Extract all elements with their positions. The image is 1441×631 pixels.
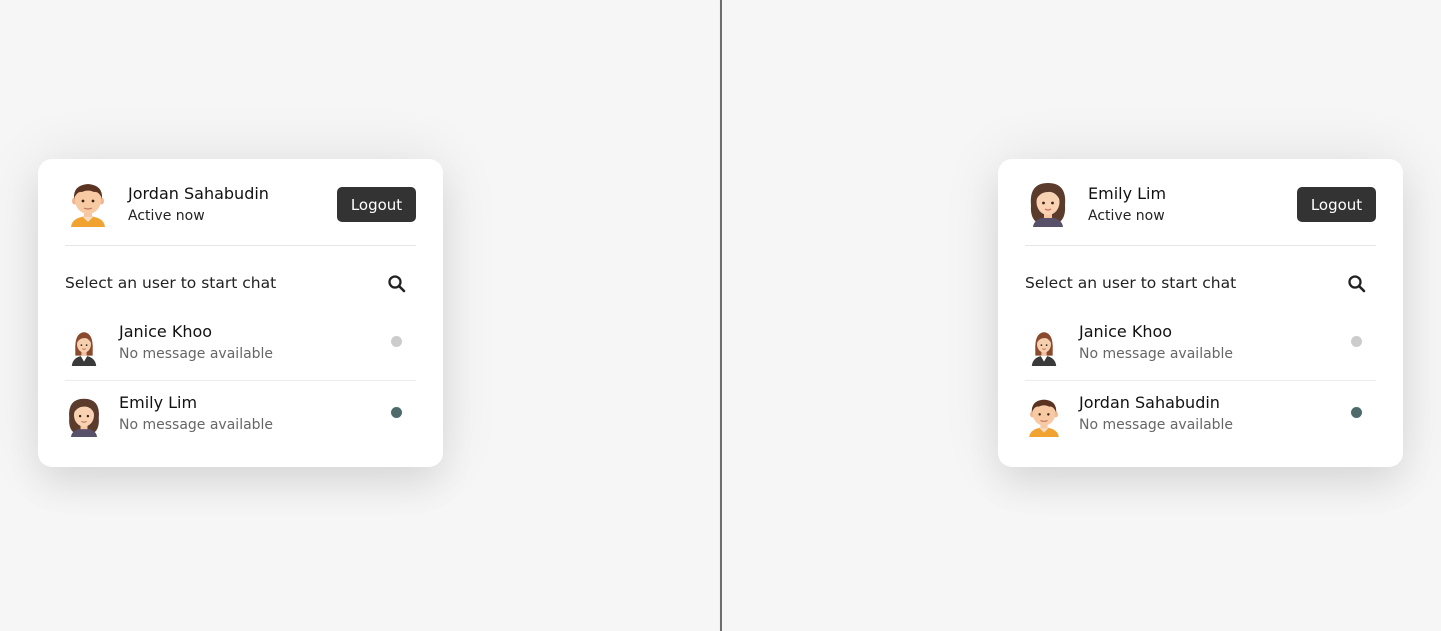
chat-users-panel: Jordan Sahabudin Active now Logout Selec… <box>38 159 443 467</box>
user-last-message: No message available <box>119 417 274 433</box>
user-name: Jordan Sahabudin <box>1079 393 1220 412</box>
search-icon[interactable] <box>1346 273 1368 295</box>
businesswoman-avatar-icon <box>1026 326 1062 366</box>
offline-status-dot <box>1351 336 1362 347</box>
search-icon[interactable] <box>386 273 408 295</box>
female-avatar-icon <box>1028 181 1068 227</box>
online-status-dot <box>391 407 402 418</box>
current-user-status: Active now <box>128 208 205 224</box>
offline-status-dot <box>391 336 402 347</box>
logout-button[interactable]: Logout <box>337 187 416 222</box>
user-item-janice-khoo[interactable]: Janice Khoo No message available <box>1025 310 1376 381</box>
user-name: Emily Lim <box>119 393 198 412</box>
search-prompt: Select an user to start chat <box>65 274 277 292</box>
search-bar: Select an user to start chat <box>65 267 416 299</box>
male-avatar-icon <box>1026 397 1062 437</box>
current-user-name: Jordan Sahabudin <box>128 184 269 203</box>
user-list: Janice Khoo No message available Emily L… <box>65 310 416 451</box>
panel-header: Jordan Sahabudin Active now Logout <box>65 159 416 246</box>
chat-users-panel: Emily Lim Active now Logout Select an us… <box>998 159 1403 467</box>
current-user-name: Emily Lim <box>1088 184 1167 203</box>
right-window: Emily Lim Active now Logout Select an us… <box>722 0 1441 631</box>
businesswoman-avatar-icon <box>66 326 102 366</box>
user-last-message: No message available <box>1079 417 1234 433</box>
female-avatar-icon <box>66 397 102 437</box>
panel-header: Emily Lim Active now Logout <box>1025 159 1376 246</box>
user-name: Janice Khoo <box>1079 322 1173 341</box>
current-user-status: Active now <box>1088 208 1165 224</box>
user-list: Janice Khoo No message available Jordan … <box>1025 310 1376 451</box>
left-window: Jordan Sahabudin Active now Logout Selec… <box>0 0 720 631</box>
user-item-emily-lim[interactable]: Emily Lim No message available <box>65 381 416 451</box>
user-name: Janice Khoo <box>119 322 213 341</box>
user-last-message: No message available <box>1079 346 1234 362</box>
search-bar: Select an user to start chat <box>1025 267 1376 299</box>
search-prompt: Select an user to start chat <box>1025 274 1237 292</box>
logout-button[interactable]: Logout <box>1297 187 1376 222</box>
online-status-dot <box>1351 407 1362 418</box>
male-avatar-icon <box>68 181 108 227</box>
user-item-janice-khoo[interactable]: Janice Khoo No message available <box>65 310 416 381</box>
user-last-message: No message available <box>119 346 274 362</box>
user-item-jordan-sahabudin[interactable]: Jordan Sahabudin No message available <box>1025 381 1376 451</box>
